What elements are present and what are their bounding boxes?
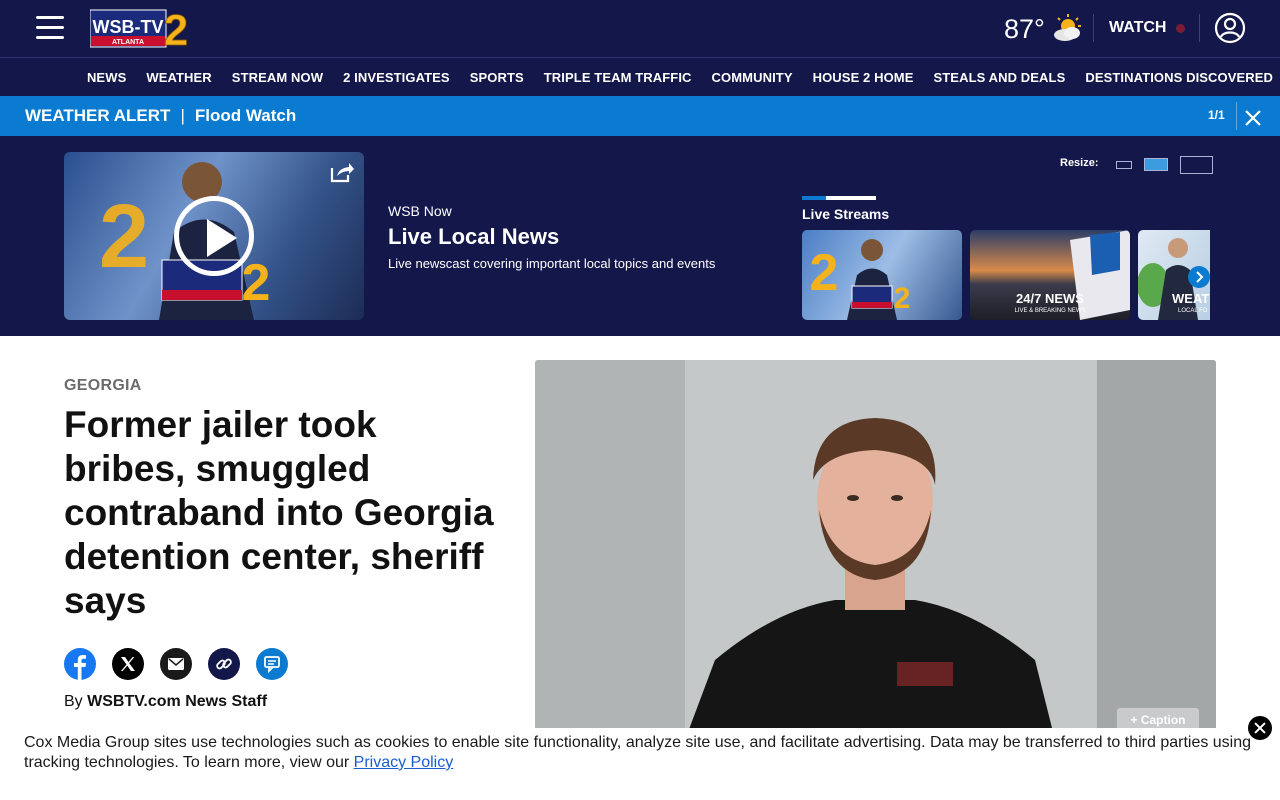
video-strip: 2 2 WSB Now Live Local News Live newscas… bbox=[0, 136, 1280, 336]
logo-text: WSB-TV bbox=[93, 17, 164, 37]
cookie-text: Cox Media Group sites use technologies s… bbox=[24, 734, 1252, 771]
nav-item-2-investigates[interactable]: 2 INVESTIGATES bbox=[333, 58, 460, 85]
x-icon bbox=[121, 657, 135, 671]
stream-label: WEAT bbox=[1172, 291, 1210, 306]
nav-item-destinations-discovered[interactable]: DESTINATIONS DISCOVERED bbox=[1075, 58, 1280, 85]
weather-alert-bar[interactable]: WEATHER ALERT | Flood Watch 1/1 bbox=[0, 96, 1280, 136]
facebook-icon bbox=[74, 655, 86, 680]
partly-cloudy-icon bbox=[1053, 14, 1081, 41]
nav-item-triple-team-traffic[interactable]: TRIPLE TEAM TRAFFIC bbox=[534, 58, 702, 85]
live-streams-heading: Live Streams bbox=[802, 206, 890, 222]
cookie-banner: Cox Media Group sites use technologies s… bbox=[0, 728, 1280, 800]
nav-item-news[interactable]: NEWS bbox=[87, 58, 136, 85]
facebook-share-button[interactable] bbox=[64, 648, 96, 680]
resize-large-button[interactable] bbox=[1180, 156, 1213, 174]
cookie-close-icon[interactable] bbox=[1248, 716, 1272, 740]
share-buttons bbox=[64, 648, 288, 680]
logo-city: ATLANTA bbox=[112, 39, 144, 46]
resize-label: Resize: bbox=[1060, 157, 1099, 169]
nav-item-house-2-home[interactable]: HOUSE 2 HOME bbox=[803, 58, 924, 85]
stream-card[interactable]: 24/7 NEWS LIVE & BREAKING NEWS bbox=[970, 230, 1130, 320]
alert-text[interactable]: Flood Watch bbox=[195, 106, 296, 126]
stream-thumbnail: 2 2 bbox=[810, 239, 911, 320]
menu-icon[interactable] bbox=[36, 16, 64, 40]
wsb-tv-logo[interactable]: WSB-TV ATLANTA 2 bbox=[90, 8, 192, 49]
link-icon bbox=[216, 658, 232, 670]
watch-button[interactable]: WATCH bbox=[1109, 19, 1186, 37]
comment-share-button[interactable] bbox=[256, 648, 288, 680]
x-share-button[interactable] bbox=[112, 648, 144, 680]
stream-card[interactable]: 2 2 bbox=[802, 230, 962, 320]
nav-item-steals-and-deals[interactable]: STEALS AND DEALS bbox=[924, 58, 1076, 85]
video-title[interactable]: Live Local News bbox=[388, 224, 559, 250]
share-icon[interactable] bbox=[329, 160, 355, 184]
byline-prefix: By bbox=[64, 693, 83, 710]
resize-medium-button[interactable] bbox=[1144, 158, 1168, 171]
svg-text:2: 2 bbox=[894, 282, 911, 315]
weather-widget[interactable]: 87° bbox=[1004, 12, 1083, 46]
stream-sublabel: LOCAL FO bbox=[1178, 308, 1208, 314]
top-header: WSB-TV ATLANTA 2 87° WATCH bbox=[0, 0, 1280, 57]
chevron-right-icon bbox=[1196, 271, 1204, 283]
alert-separator: | bbox=[180, 106, 185, 125]
play-button[interactable] bbox=[174, 196, 254, 276]
alert-label: WEATHER ALERT bbox=[25, 106, 171, 125]
article-headline: Former jailer took bribes, smuggled cont… bbox=[64, 404, 494, 621]
logo-number: 2 bbox=[164, 8, 188, 49]
privacy-policy-link[interactable]: Privacy Policy bbox=[354, 754, 454, 771]
mugshot-image bbox=[535, 360, 1216, 740]
email-icon bbox=[168, 658, 184, 670]
nav-item-stream-now[interactable]: STREAM NOW bbox=[222, 58, 333, 85]
next-stream-button[interactable] bbox=[1188, 266, 1210, 288]
close-icon[interactable] bbox=[1244, 109, 1262, 127]
video-description: Live newscast covering important local t… bbox=[388, 256, 716, 271]
divider bbox=[1093, 14, 1094, 42]
account-icon[interactable] bbox=[1214, 12, 1246, 44]
divider bbox=[1236, 102, 1237, 130]
alert-count: 1/1 bbox=[1208, 108, 1225, 122]
article-photo[interactable] bbox=[535, 360, 1216, 740]
svg-text:2: 2 bbox=[242, 254, 271, 312]
nav-item-weather[interactable]: WEATHER bbox=[136, 58, 221, 85]
stream-thumbnail bbox=[1070, 230, 1130, 320]
live-streams-indicator bbox=[802, 196, 876, 200]
live-dot-icon bbox=[1176, 23, 1186, 33]
stream-sublabel: LIVE & BREAKING NEWS bbox=[1014, 308, 1086, 314]
svg-text:2: 2 bbox=[810, 244, 839, 302]
watch-label: WATCH bbox=[1109, 19, 1167, 36]
divider bbox=[1199, 14, 1200, 42]
email-share-button[interactable] bbox=[160, 648, 192, 680]
main-nav: NEWS WEATHER STREAM NOW 2 INVESTIGATES S… bbox=[0, 57, 1280, 96]
svg-text:2: 2 bbox=[99, 187, 149, 287]
stream-label: 24/7 NEWS bbox=[1016, 291, 1084, 306]
resize-small-button[interactable] bbox=[1116, 161, 1132, 169]
nav-item-community[interactable]: COMMUNITY bbox=[702, 58, 803, 85]
video-overline: WSB Now bbox=[388, 203, 452, 219]
byline: By WSBTV.com News Staff bbox=[64, 693, 267, 711]
nav-item-sports[interactable]: SPORTS bbox=[460, 58, 534, 85]
temperature: 87° bbox=[1004, 13, 1045, 44]
byline-author[interactable]: WSBTV.com News Staff bbox=[87, 693, 267, 710]
section-tag[interactable]: GEORGIA bbox=[64, 377, 142, 395]
copy-link-button[interactable] bbox=[208, 648, 240, 680]
comment-icon bbox=[264, 656, 280, 673]
video-thumbnail[interactable]: 2 2 bbox=[64, 152, 364, 320]
